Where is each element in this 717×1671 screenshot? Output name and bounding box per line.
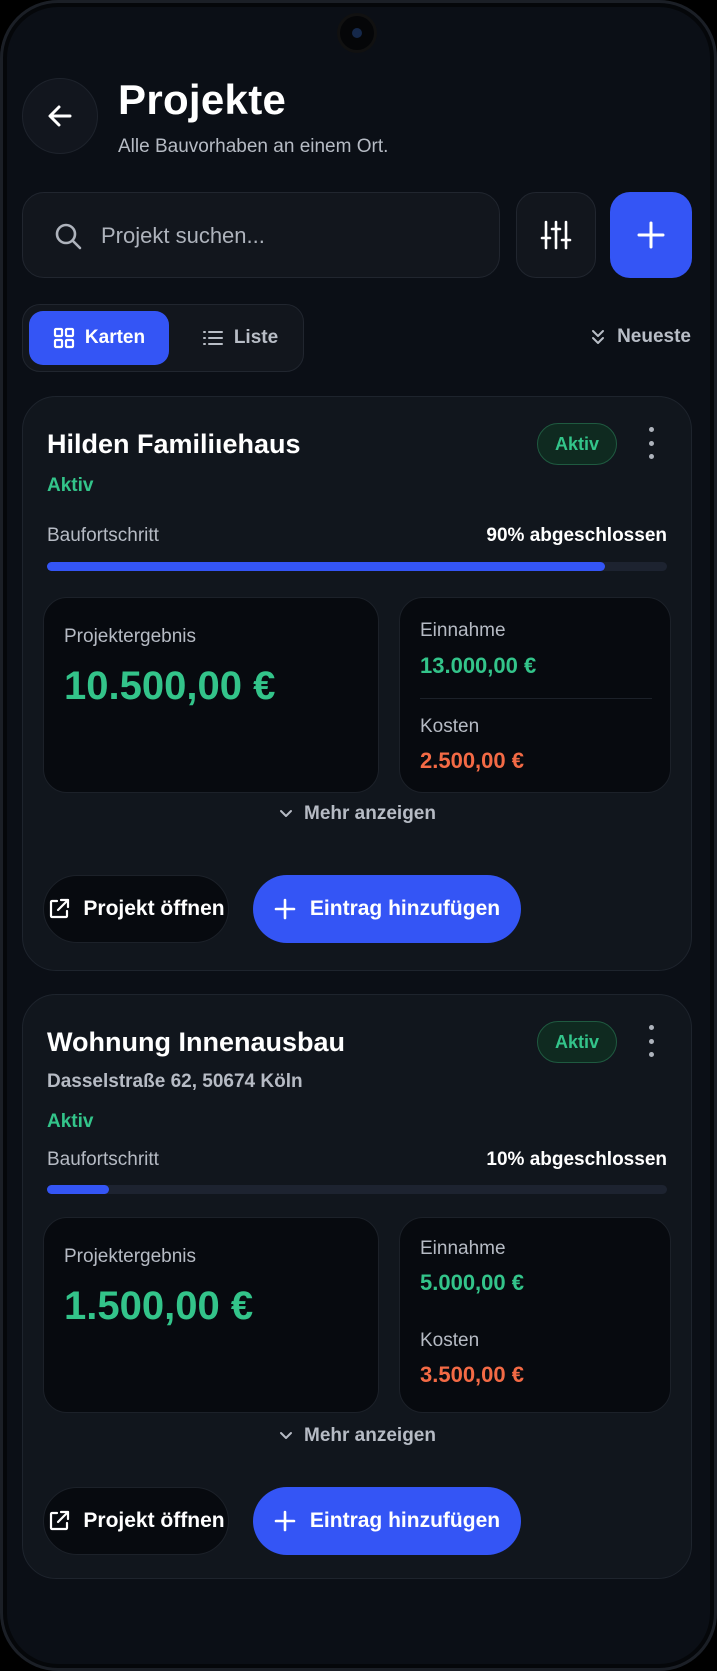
cost-label: Kosten <box>420 1330 480 1351</box>
search-input[interactable] <box>99 193 483 279</box>
open-project-button[interactable]: Projekt öffnen <box>43 875 229 943</box>
project-status: Aktiv <box>47 1111 94 1132</box>
add-entry-label: Eintrag hinzufügen <box>309 897 501 920</box>
search-bar <box>22 192 500 279</box>
chevron-down-icon <box>280 1432 292 1439</box>
view-list-button[interactable]: Liste <box>183 311 297 365</box>
add-project-button[interactable] <box>610 192 692 278</box>
income-value: 13.000,00 € <box>420 653 537 678</box>
list-icon <box>202 331 223 345</box>
open-project-button[interactable]: Projekt öffnen <box>43 1487 229 1555</box>
divider <box>420 698 652 699</box>
show-more-label: Mehr anzeigen <box>304 803 436 824</box>
view-list-label: Liste <box>233 327 279 348</box>
income-value: 5.000,00 € <box>420 1270 524 1295</box>
cost-value: 3.500,00 € <box>420 1362 524 1387</box>
cost-label: Kosten <box>420 716 480 737</box>
progress-bar <box>47 562 667 571</box>
show-more-button[interactable]: Mehr anzeigen <box>23 803 691 825</box>
progress-label: Baufortschritt <box>47 525 159 546</box>
income-cost-box: Einnahme 13.000,00 € Kosten 2.500,00 € <box>399 597 671 793</box>
project-card: Hilden Familiιehaus Aktiv Aktiv Bauforts… <box>22 396 692 971</box>
sort-label: Neueste <box>617 326 691 347</box>
page-subtitle: Alle Bauvorhaben an einem Ort. <box>118 136 389 157</box>
plus-icon <box>274 1510 296 1532</box>
front-camera <box>340 16 374 50</box>
search-icon <box>55 223 82 250</box>
project-address: Dasselstraße 62, 50674 Köln <box>47 1071 303 1092</box>
project-title: Wohnung Innenausbau <box>47 1027 345 1057</box>
page-title: Projekte <box>118 76 287 123</box>
view-toggle: Karten Liste <box>22 304 304 372</box>
status-badge: Aktiv <box>537 423 617 465</box>
progress-value: 90% abgeschlossen <box>486 525 667 546</box>
plus-icon <box>637 221 665 249</box>
progress-value: 10% abgeschlossen <box>486 1149 667 1170</box>
project-result-box: Projektergebnis 1.500,00 € <box>43 1217 379 1413</box>
income-cost-box: Einnahme 5.000,00 € Kosten 3.500,00 € <box>399 1217 671 1413</box>
view-cards-label: Karten <box>84 327 146 348</box>
show-more-label: Mehr anzeigen <box>304 1425 436 1446</box>
progress-label: Baufortschritt <box>47 1149 159 1170</box>
external-link-icon <box>50 898 70 919</box>
result-label: Projektergebnis <box>64 1246 197 1267</box>
view-cards-button[interactable]: Karten <box>29 311 169 365</box>
result-label: Projektergebnis <box>64 626 197 647</box>
progress-fill <box>47 562 605 571</box>
progress-fill <box>47 1185 109 1194</box>
status-badge: Aktiv <box>537 1021 617 1063</box>
project-title: Hilden Familiιehaus <box>47 429 301 459</box>
result-value: 10.500,00 € <box>64 664 276 708</box>
filter-button[interactable] <box>516 192 596 278</box>
plus-icon <box>274 898 296 920</box>
chevrons-down-icon <box>592 330 605 344</box>
progress-bar <box>47 1185 667 1194</box>
open-project-label: Projekt öffnen <box>83 1509 225 1532</box>
show-more-button[interactable]: Mehr anzeigen <box>23 1425 691 1447</box>
add-entry-button[interactable]: Eintrag hinzufügen <box>253 875 521 943</box>
sort-button[interactable]: Neueste <box>589 326 691 348</box>
income-label: Einnahme <box>420 620 506 641</box>
add-entry-label: Eintrag hinzufügen <box>309 1509 501 1532</box>
income-label: Einnahme <box>420 1238 506 1259</box>
phone-frame: Projekte Alle Bauvorhaben an einem Ort. <box>0 0 717 1671</box>
add-entry-button[interactable]: Eintrag hinzufügen <box>253 1487 521 1555</box>
more-options-icon[interactable] <box>641 427 661 459</box>
external-link-icon <box>50 1510 70 1531</box>
open-project-label: Projekt öffnen <box>83 897 225 920</box>
result-value: 1.500,00 € <box>64 1284 254 1328</box>
project-result-box: Projektergebnis 10.500,00 € <box>43 597 379 793</box>
project-card: Wohnung Innenausbau Aktiv Dasselstraße 6… <box>22 994 692 1579</box>
chevron-down-icon <box>280 810 292 817</box>
more-options-icon[interactable] <box>641 1025 661 1057</box>
cost-value: 2.500,00 € <box>420 748 524 773</box>
back-button[interactable] <box>22 78 98 154</box>
arrow-left-icon <box>48 105 72 127</box>
sliders-icon <box>540 220 572 250</box>
grid-icon <box>53 327 75 349</box>
project-status: Aktiv <box>47 475 94 496</box>
